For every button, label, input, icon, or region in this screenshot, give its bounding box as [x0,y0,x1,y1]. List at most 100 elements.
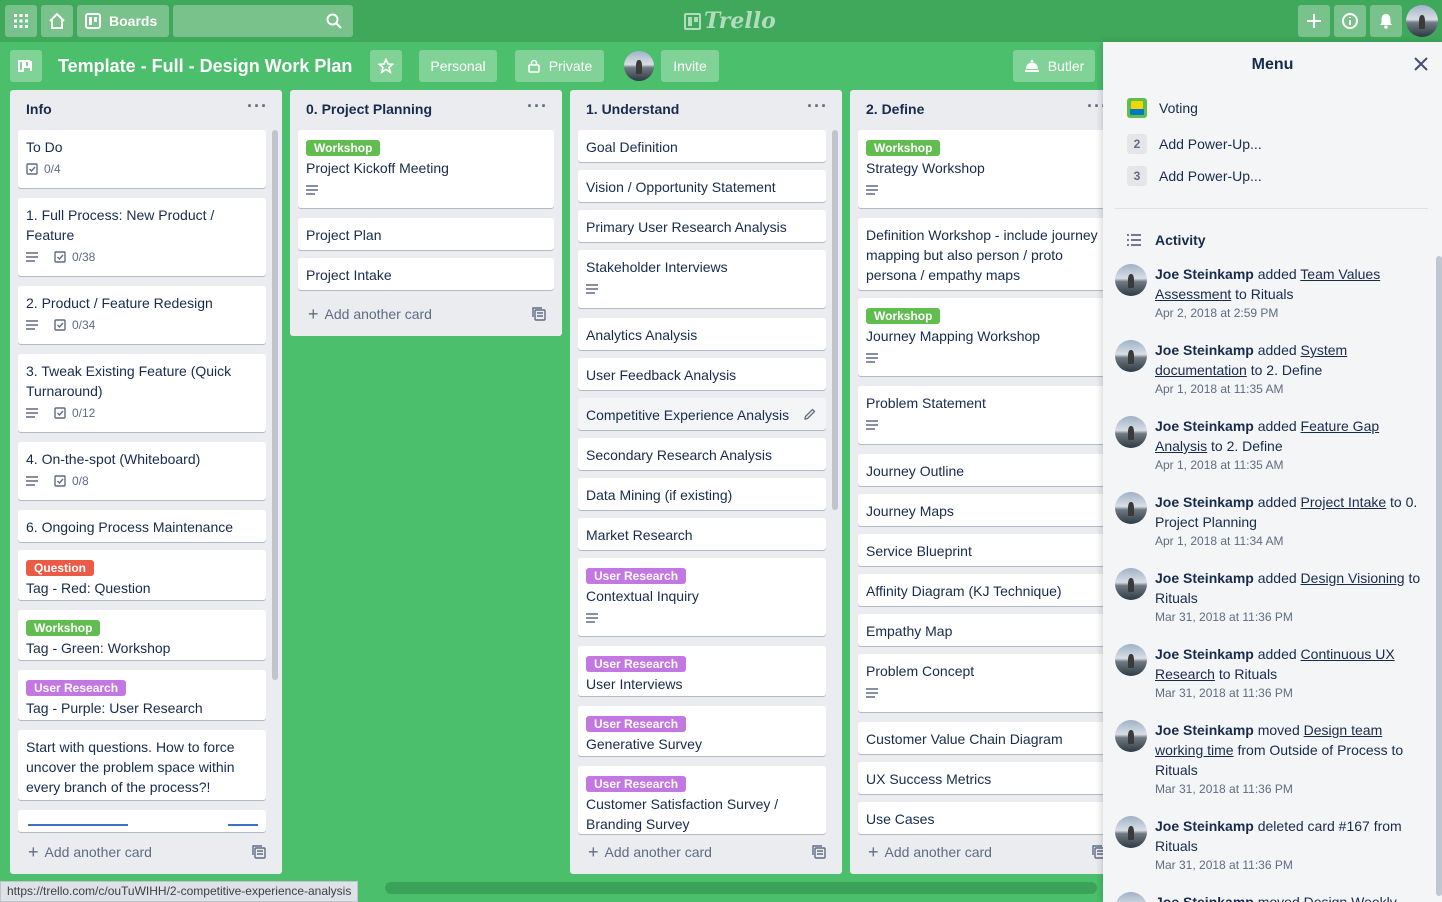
add-powerup-2[interactable]: 2 Add Power-Up... [1127,132,1262,156]
list-scrollbar[interactable] [272,130,278,680]
card[interactable]: User Feedback Analysis [578,358,826,390]
activity-user[interactable]: Joe Steinkamp [1155,418,1254,434]
add-card-button[interactable]: + Add another card [858,838,1114,866]
card[interactable]: Analytics Analysis [578,318,826,350]
activity-user[interactable]: Joe Steinkamp [1155,494,1254,510]
activity-card-link[interactable]: Design Visioning [1301,570,1405,586]
list-header[interactable]: 1. Understand ··· [570,90,842,128]
list-define[interactable]: 2. Define ··· Workshop Strategy Workshop… [850,90,1122,874]
card[interactable]: 2. Product / Feature Redesign 0/34 [18,286,266,344]
powerup-voting[interactable]: Voting [1127,96,1198,120]
list-title[interactable]: Info [26,101,52,117]
activity-date[interactable]: Apr 1, 2018 at 11:35 AM [1155,456,1433,474]
card-template-icon[interactable] [812,845,826,859]
activity-avatar[interactable] [1115,416,1147,448]
activity-avatar[interactable] [1115,340,1147,372]
card[interactable]: Project Plan [298,218,554,250]
activity-date[interactable]: Mar 31, 2018 at 11:36 PM [1155,856,1433,874]
search-input[interactable] [173,5,353,37]
activity-user[interactable]: Joe Steinkamp [1155,266,1254,282]
add-card-button[interactable]: + Add another card [578,838,834,866]
card[interactable]: 3. Tweak Existing Feature (Quick Turnaro… [18,354,266,432]
card[interactable]: 4. On-the-spot (Whiteboard) 0/8 [18,442,266,500]
card-template-icon[interactable] [532,307,546,321]
boards-button[interactable]: Boards [77,5,169,37]
card[interactable]: Workshop Project Kickoff Meeting [298,130,554,208]
board-title[interactable]: Template - Full - Design Work Plan [58,53,352,79]
close-icon[interactable] [1414,57,1428,71]
team-visibility-button[interactable]: Personal [419,50,497,82]
menu-scrollbar[interactable] [1436,256,1442,896]
privacy-button[interactable]: Private [515,50,604,82]
activity-date[interactable]: Apr 2, 2018 at 2:59 PM [1155,304,1433,322]
activity-avatar[interactable] [1115,892,1147,902]
card[interactable]: Question Tag - Red: Question [18,550,266,600]
list-menu-icon[interactable]: ··· [807,96,828,117]
card[interactable]: Definition Workshop - include journey ma… [858,218,1106,290]
card[interactable]: Stakeholder Interviews [578,250,826,308]
activity-date[interactable]: Mar 31, 2018 at 11:36 PM [1155,780,1433,798]
activity-user[interactable]: Joe Steinkamp [1155,570,1254,586]
add-card-button[interactable]: + Add another card [298,300,554,328]
list-title[interactable]: 1. Understand [586,101,679,117]
board-switcher-button[interactable] [10,50,42,82]
butler-button[interactable]: Butler [1013,50,1095,82]
invite-button[interactable]: Invite [661,50,719,82]
home-button[interactable] [41,5,73,37]
card[interactable]: 1. Full Process: New Product / Feature 0… [18,198,266,276]
list-title[interactable]: 2. Define [866,101,924,117]
activity-date[interactable]: Mar 31, 2018 at 11:36 PM [1155,608,1433,626]
activity-user[interactable]: Joe Steinkamp [1155,646,1254,662]
card[interactable]: Market Research [578,518,826,550]
list-understand[interactable]: 1. Understand ··· Goal Definition Vision… [570,90,842,874]
list-project-planning[interactable]: 0. Project Planning ··· Workshop Project… [290,90,562,336]
card[interactable]: User Research Tag - Purple: User Researc… [18,670,266,720]
card[interactable]: Start with questions. How to force uncov… [18,730,266,800]
activity-card-link[interactable]: Design Weekly [1304,894,1397,902]
card[interactable]: Workshop Tag - Green: Workshop [18,610,266,660]
list-header[interactable]: 0. Project Planning ··· [290,90,562,128]
card[interactable]: Problem Concept [858,654,1106,712]
activity-user[interactable]: Joe Steinkamp [1155,722,1254,738]
card[interactable]: Customer Value Chain Diagram [858,722,1106,754]
card[interactable]: Project Intake [298,258,554,290]
activity-avatar[interactable] [1115,264,1147,296]
activity-avatar[interactable] [1115,720,1147,752]
notifications-button[interactable] [1370,5,1402,37]
activity-card-link[interactable]: Project Intake [1301,494,1387,510]
card[interactable]: Workshop Journey Mapping Workshop [858,298,1106,376]
card[interactable]: Service Blueprint [858,534,1106,566]
card[interactable]: Affinity Diagram (KJ Technique) [858,574,1106,606]
add-powerup-3[interactable]: 3 Add Power-Up... [1127,164,1262,188]
list-header[interactable]: Info ··· [10,90,282,128]
trello-logo[interactable]: Trello [684,8,776,34]
info-button[interactable] [1334,5,1366,37]
card[interactable]: UX Success Metrics [858,762,1106,794]
create-button[interactable] [1298,5,1330,37]
card[interactable]: Vision / Opportunity Statement [578,170,826,202]
board-member-avatar[interactable] [624,51,654,81]
card[interactable]: 6. Ongoing Process Maintenance [18,510,266,542]
card-with-cover[interactable] [18,810,266,832]
add-card-button[interactable]: + Add another card [18,838,274,866]
card[interactable]: Use Cases [858,802,1106,834]
list-header[interactable]: 2. Define ··· [850,90,1122,128]
card[interactable]: To Do 0/4 [18,130,266,188]
apps-button[interactable] [5,5,37,37]
card[interactable]: Problem Statement [858,386,1106,444]
card[interactable]: Workshop Strategy Workshop [858,130,1106,208]
activity-user[interactable]: Joe Steinkamp [1155,818,1254,834]
activity-user[interactable]: Joe Steinkamp [1155,894,1254,902]
activity-date[interactable]: Mar 31, 2018 at 11:36 PM [1155,684,1433,702]
list-menu-icon[interactable]: ··· [527,96,548,117]
list-title[interactable]: 0. Project Planning [306,101,432,117]
user-avatar[interactable] [1406,5,1438,37]
card[interactable]: User Research Generative Survey [578,706,826,756]
activity-avatar[interactable] [1115,492,1147,524]
activity-date[interactable]: Apr 1, 2018 at 11:35 AM [1155,380,1433,398]
card[interactable]: Primary User Research Analysis [578,210,826,242]
card[interactable]: Secondary Research Analysis [578,438,826,470]
card[interactable]: User Research User Interviews [578,646,826,696]
list-scrollbar[interactable] [832,130,838,510]
activity-date[interactable]: Apr 1, 2018 at 11:34 AM [1155,532,1433,550]
